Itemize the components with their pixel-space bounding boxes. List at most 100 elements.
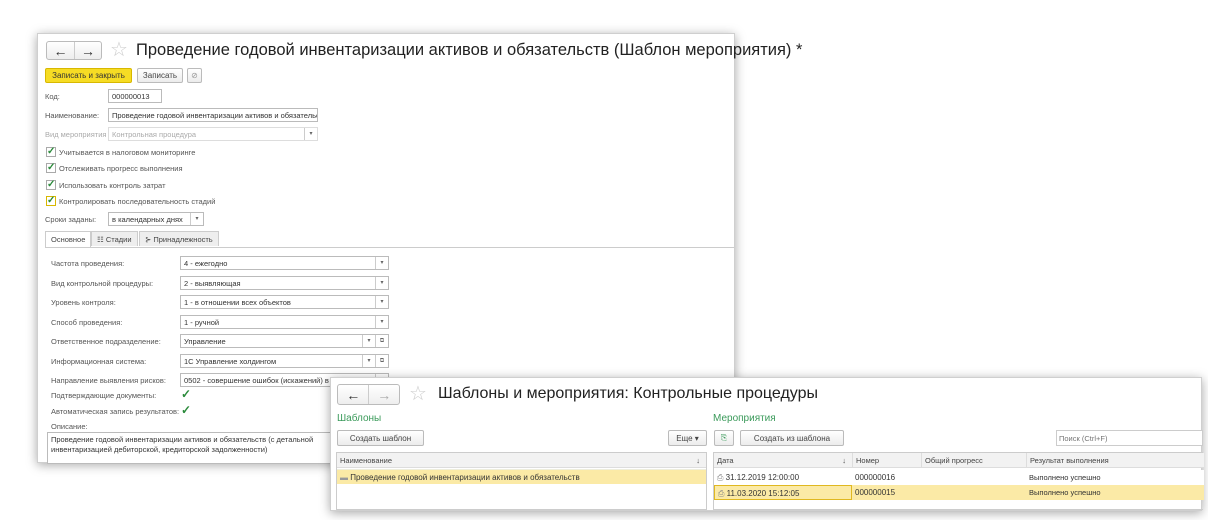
create-template-button[interactable]: Создать шаблон bbox=[337, 430, 424, 446]
terms-label: Сроки заданы: bbox=[45, 215, 97, 224]
field-select[interactable]: 2 - выявляющая ▾ bbox=[180, 275, 389, 290]
favorite-star-icon[interactable]: ☆ bbox=[110, 37, 128, 62]
column-header-progress[interactable]: Общий прогресс bbox=[921, 453, 1026, 468]
field-label: Направление выявления рисков: bbox=[51, 376, 166, 385]
name-label: Наименование: bbox=[45, 111, 100, 120]
column-header-date[interactable]: Дата ↓ bbox=[714, 453, 852, 468]
column-label: Наименование bbox=[340, 456, 392, 465]
kind-label: Вид мероприятия bbox=[45, 130, 107, 139]
checkbox-label: Отслеживать прогресс выполнения bbox=[59, 164, 183, 173]
tab-ownership[interactable]: ⊱ Принадлежность bbox=[139, 231, 219, 246]
back-arrow-icon[interactable]: ← bbox=[47, 42, 74, 59]
chevron-down-icon[interactable]: ▾ bbox=[375, 257, 388, 269]
code-label: Код: bbox=[45, 92, 60, 101]
terms-value: в календарных днях bbox=[112, 215, 183, 224]
kind-field: Контрольная процедура ▾ bbox=[108, 127, 318, 141]
chevron-down-icon: ▾ bbox=[304, 128, 317, 140]
terms-select[interactable]: в календарных днях ▾ bbox=[108, 212, 204, 226]
table-row[interactable]: ⎙ 11.03.2020 15:12:05 000000015 Выполнен… bbox=[714, 485, 1204, 500]
field-value: 1 - ручной bbox=[184, 317, 220, 327]
description-label: Описание: bbox=[51, 422, 88, 431]
tab-label: Принадлежность bbox=[153, 235, 213, 244]
item-icon: ▬ bbox=[340, 473, 351, 482]
checkbox-label: Учитывается в налоговом мониторинге bbox=[59, 148, 196, 157]
event-date: ⎙ 31.12.2019 12:00:00 bbox=[714, 470, 852, 485]
tab-main[interactable]: Основное bbox=[45, 231, 92, 247]
chevron-down-icon[interactable]: ▾ bbox=[362, 354, 375, 367]
list-window: ← → ☆ Шаблоны и мероприятия: Контрольные… bbox=[330, 377, 1204, 511]
docs-label: Подтверждающие документы: bbox=[51, 391, 157, 400]
events-header: Мероприятия bbox=[713, 413, 776, 424]
field-label: Уровень контроля: bbox=[51, 298, 116, 307]
table-row[interactable]: ▬ Проведение годовой инвентаризации акти… bbox=[337, 469, 706, 484]
column-header-result[interactable]: Результат выполнения bbox=[1026, 453, 1204, 468]
event-result: Выполнено успешно bbox=[1029, 473, 1101, 482]
table-row[interactable]: ⎙ 31.12.2019 12:00:00 000000016 Выполнен… bbox=[714, 470, 1204, 485]
tab-divider bbox=[45, 247, 734, 248]
event-progress bbox=[921, 470, 1026, 485]
code-field[interactable]: 000000013 bbox=[108, 89, 162, 103]
document-icon: ⎙ bbox=[718, 489, 727, 498]
tab-stages[interactable]: ☷ Стадии bbox=[91, 231, 138, 246]
field-value: 1С Управление холдингом bbox=[184, 356, 277, 366]
templates-header: Шаблоны bbox=[337, 413, 382, 424]
list-title: Шаблоны и мероприятия: Контрольные проце… bbox=[438, 385, 818, 402]
description-field[interactable]: Проведение годовой инвентаризации активо… bbox=[47, 432, 337, 464]
templates-table: Наименование ↓ ▬ Проведение годовой инвен… bbox=[336, 452, 707, 510]
nav-buttons: ← → bbox=[337, 384, 400, 405]
event-progress bbox=[921, 485, 1026, 500]
forward-arrow-icon[interactable]: → bbox=[74, 42, 101, 59]
open-icon[interactable]: ⧉ bbox=[375, 335, 388, 347]
chevron-down-icon[interactable]: ▾ bbox=[375, 296, 388, 308]
event-result: Выполнено успешно bbox=[1029, 488, 1101, 497]
column-header-name[interactable]: Наименование ↓ bbox=[337, 453, 706, 468]
field-value: Управление bbox=[184, 337, 226, 346]
name-field[interactable]: Проведение годовой инвентаризации активо… bbox=[108, 108, 318, 122]
field-select[interactable]: 1 - ручной ▾ bbox=[180, 314, 389, 329]
checkbox-track-progress[interactable]: ✓ bbox=[46, 163, 56, 173]
template-name: Проведение годовой инвентаризации активо… bbox=[350, 473, 580, 482]
chevron-down-icon[interactable]: ▾ bbox=[375, 276, 388, 289]
tab-label: Стадии bbox=[105, 235, 132, 244]
open-icon[interactable]: ⧉ bbox=[375, 354, 388, 367]
field-value: 4 - ежегодно bbox=[184, 259, 228, 268]
checkbox-tax-monitoring[interactable]: ✓ bbox=[46, 147, 56, 157]
create-from-template-button[interactable]: Создать из шаблона bbox=[740, 430, 844, 446]
save-close-button[interactable]: Записать и закрыть bbox=[45, 68, 132, 83]
checkbox-label: Использовать контроль затрат bbox=[59, 181, 166, 190]
field-select[interactable]: 1 - в отношении всех объектов ▾ bbox=[180, 295, 389, 309]
sort-arrow-icon: ↓ bbox=[696, 456, 700, 465]
field-label: Способ проведения: bbox=[51, 317, 123, 327]
column-header-number[interactable]: Номер bbox=[852, 453, 921, 468]
back-arrow-icon[interactable]: ← bbox=[338, 385, 368, 404]
field-label: Частота проведения: bbox=[51, 259, 125, 268]
document-icon: ⎙ bbox=[717, 473, 726, 482]
date-value: 11.03.2020 15:12:05 bbox=[726, 489, 800, 498]
event-number: 000000016 bbox=[855, 473, 896, 482]
create-from-template-icon[interactable]: ⎘ bbox=[714, 430, 734, 446]
forward-arrow-icon[interactable]: → bbox=[368, 385, 399, 404]
field-select[interactable]: Управление ▾ ⧉ bbox=[180, 334, 389, 348]
checkbox-stage-sequence[interactable]: ✓ bbox=[46, 196, 56, 206]
favorite-star-icon[interactable]: ☆ bbox=[409, 381, 427, 406]
checkbox-auto-record[interactable]: ✓ bbox=[181, 404, 191, 416]
event-date: ⎙ 11.03.2020 15:12:05 bbox=[714, 485, 852, 500]
column-label: Дата bbox=[717, 456, 734, 465]
paperclip-icon[interactable]: ⊘ bbox=[187, 68, 202, 83]
save-button[interactable]: Записать bbox=[137, 68, 183, 83]
checkbox-label: Контролировать последовательность стадий bbox=[59, 197, 216, 206]
auto-label: Автоматическая запись результатов: bbox=[51, 407, 180, 416]
checkbox-cost-control[interactable]: ✓ bbox=[46, 180, 56, 190]
checkbox-confirming-docs[interactable]: ✓ bbox=[181, 388, 191, 400]
more-button[interactable]: Еще ▾ bbox=[668, 430, 707, 446]
chevron-down-icon: ▾ bbox=[190, 213, 203, 225]
chevron-down-icon[interactable]: ▾ bbox=[362, 335, 375, 347]
field-label: Вид контрольной процедуры: bbox=[51, 278, 154, 288]
chevron-down-icon[interactable]: ▾ bbox=[375, 315, 388, 328]
field-select[interactable]: 1С Управление холдингом ▾ ⧉ bbox=[180, 353, 389, 368]
field-value: 2 - выявляющая bbox=[184, 278, 241, 288]
field-select[interactable]: 4 - ежегодно ▾ bbox=[180, 256, 389, 270]
search-input[interactable] bbox=[1056, 430, 1203, 446]
kind-value: Контрольная процедура bbox=[112, 130, 197, 139]
sort-arrow-icon: ↓ bbox=[842, 456, 846, 465]
